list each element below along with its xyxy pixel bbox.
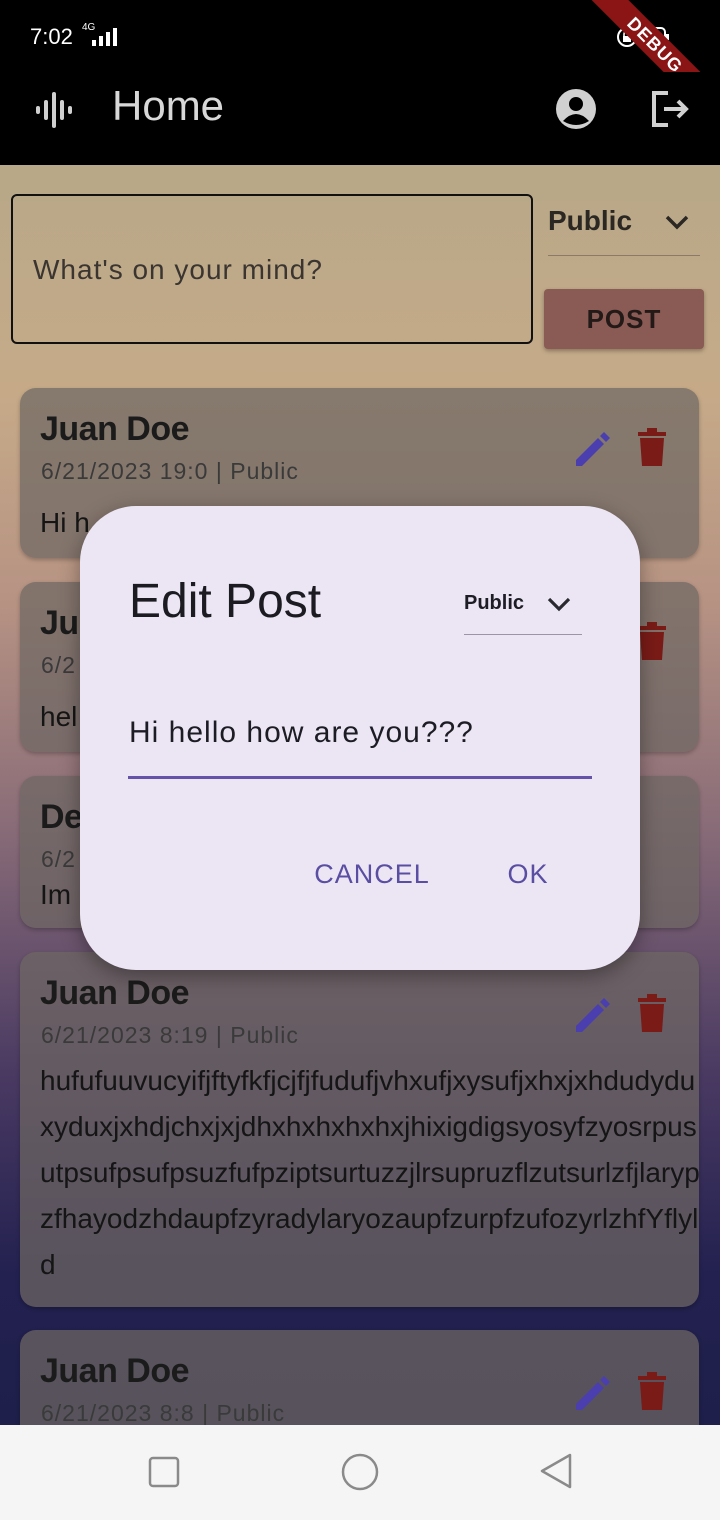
post-meta: 6/21/2023 19:0 | Public (41, 458, 299, 484)
visibility-dropdown[interactable]: Public (548, 200, 700, 256)
audio-logo-icon (36, 92, 72, 128)
post-meta: 6/2 (41, 846, 76, 872)
edit-icon[interactable] (570, 1372, 614, 1416)
post-button[interactable]: POST (544, 289, 704, 349)
back-icon[interactable] (539, 1453, 573, 1489)
dialog-visibility-value: Public (464, 592, 525, 614)
post-body: hufufuuvucyifjftyfkfjcjfjfudufjvhxufjxys… (40, 1065, 699, 1280)
post-author: Juan Doe (40, 410, 190, 448)
status-time: 7:02 (30, 24, 73, 49)
delete-icon[interactable] (636, 622, 668, 662)
recents-icon[interactable] (148, 1456, 180, 1488)
post-card: Juan Doe 6/21/2023 8:19 | Public hufufuu… (20, 952, 699, 1307)
ok-button[interactable]: OK (490, 846, 566, 902)
visibility-value: Public (548, 205, 633, 236)
dialog-title: Edit Post (129, 575, 322, 628)
edit-post-input[interactable]: Hi hello how are you??? (129, 716, 474, 750)
page-title: Home (112, 82, 225, 129)
post-meta: 6/21/2023 8:8 | Public (41, 1400, 286, 1425)
post-meta: 6/21/2023 8:19 | Public (41, 1022, 299, 1048)
home-icon[interactable] (341, 1453, 379, 1491)
delete-icon[interactable] (636, 1372, 668, 1412)
compose-placeholder: What's on your mind? (33, 254, 323, 285)
compose-input[interactable]: What's on your mind? (11, 194, 533, 344)
cancel-button[interactable]: CANCEL (302, 846, 442, 902)
account-circle-icon[interactable] (554, 87, 598, 131)
post-meta: 6/2 (41, 652, 76, 678)
edit-icon[interactable] (570, 994, 614, 1038)
delete-icon[interactable] (636, 428, 668, 468)
post-card: Juan Doe 6/21/2023 8:8 | Public (20, 1330, 699, 1425)
chevron-down-icon (665, 215, 689, 230)
post-author: Juan Doe (40, 1352, 190, 1390)
input-underline (128, 776, 592, 779)
app-bar (0, 72, 720, 165)
edit-icon[interactable] (570, 428, 614, 472)
edit-post-dialog: Edit Post Public Hi hello how are you???… (80, 506, 640, 970)
post-author: De (40, 798, 83, 836)
signal-icon (92, 28, 117, 46)
chevron-down-icon (547, 597, 571, 612)
post-author: Ju (40, 604, 79, 642)
delete-icon[interactable] (636, 994, 668, 1034)
logout-icon[interactable] (648, 87, 692, 131)
post-author: Juan Doe (40, 974, 190, 1012)
dialog-visibility-dropdown[interactable]: Public (464, 584, 582, 635)
